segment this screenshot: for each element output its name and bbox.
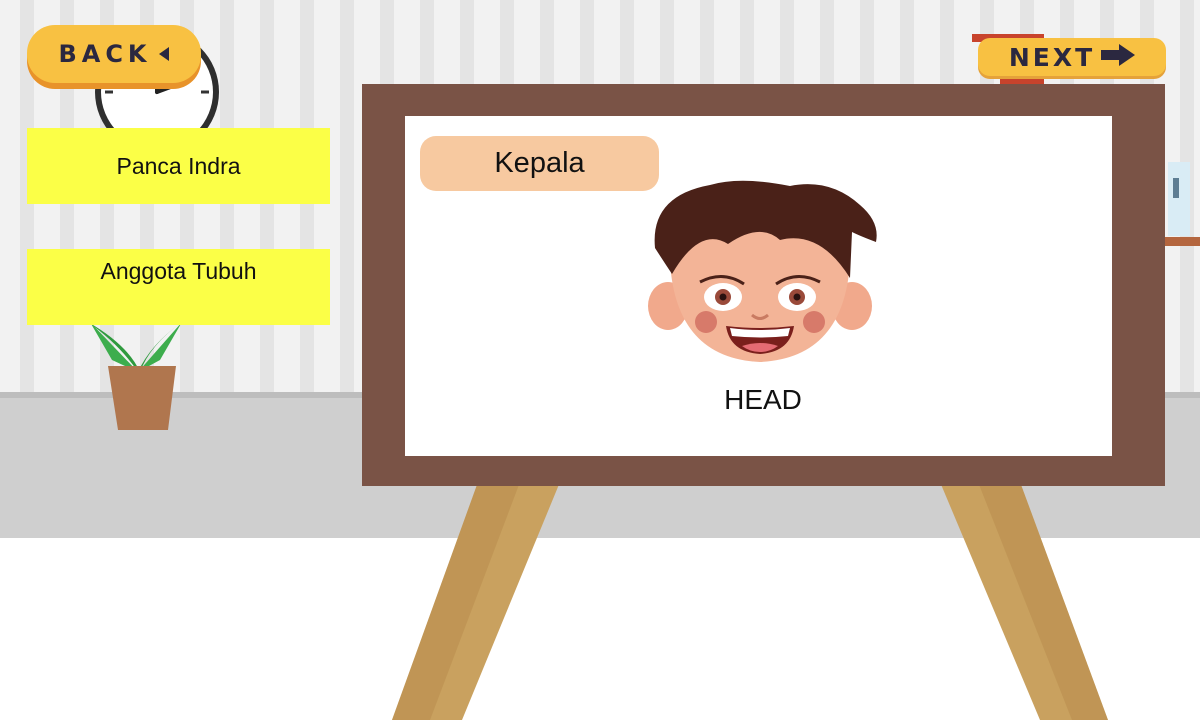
menu-item-panca-indra[interactable]: Panca Indra — [27, 128, 330, 204]
menu-item-anggota-tubuh[interactable]: Anggota Tubuh — [27, 249, 330, 325]
indonesian-word-label: Kepala — [420, 136, 659, 191]
indonesian-word: Kepala — [494, 147, 585, 179]
menu-item-label: Anggota Tubuh — [100, 258, 257, 284]
arrow-right-icon — [1101, 43, 1136, 72]
english-word: HEAD — [724, 384, 802, 415]
next-label: NEXT — [1008, 42, 1096, 72]
classroom-background — [0, 0, 1200, 720]
back-label: BACK — [58, 40, 152, 68]
next-button[interactable]: NEXT — [978, 38, 1166, 76]
menu-item-label: Panca Indra — [116, 152, 241, 179]
triangle-left-icon — [158, 40, 170, 68]
back-button[interactable]: BACK — [27, 25, 201, 83]
